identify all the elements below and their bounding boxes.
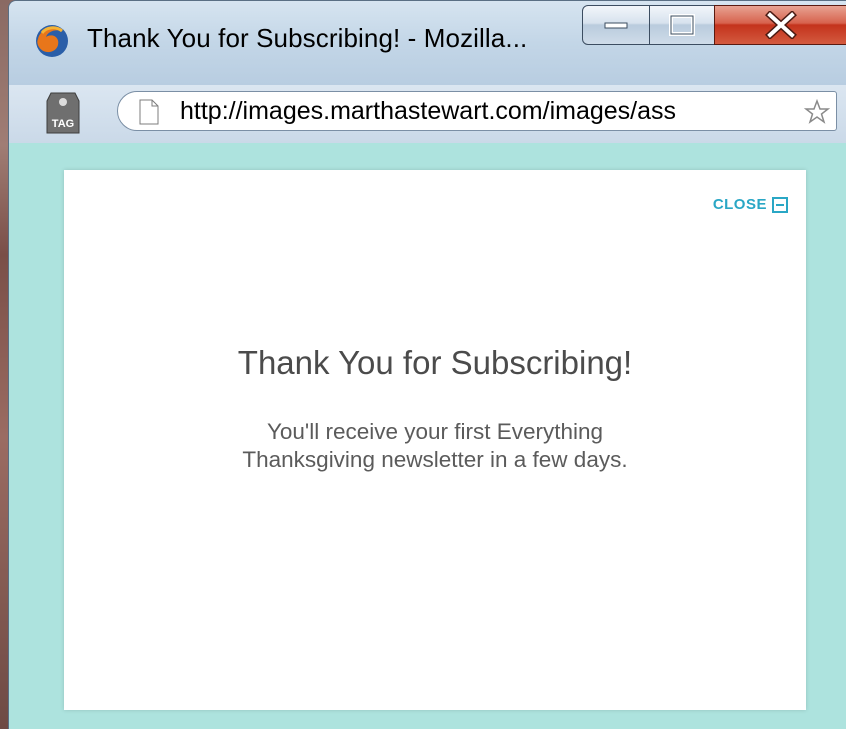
maximize-button[interactable]: [649, 5, 715, 45]
maximize-icon: [669, 14, 695, 36]
message-line-1: You'll receive your first Everything: [266, 419, 604, 444]
page-content: CLOSE Thank You for Subscribing! You'll …: [9, 143, 846, 729]
url-text[interactable]: http://images.marthastewart.com/images/a…: [180, 97, 790, 126]
browser-window: Thank You for Subscribing! - Mozilla... …: [8, 0, 846, 729]
title-bar[interactable]: Thank You for Subscribing! - Mozilla...: [9, 1, 846, 85]
navigation-bar: TAG http://images.marthastewart.com/imag…: [9, 85, 846, 144]
modal-title: Thank You for Subscribing!: [237, 344, 633, 381]
tag-label: TAG: [52, 118, 74, 130]
minimize-button[interactable]: [582, 5, 650, 45]
firefox-icon: [34, 23, 70, 59]
modal-message: You'll receive your first Everything Tha…: [64, 418, 806, 474]
star-icon[interactable]: [803, 98, 831, 130]
close-icon: [764, 11, 797, 39]
window-title: Thank You for Subscribing! - Mozilla...: [87, 23, 528, 53]
tag-icon[interactable]: TAG: [43, 91, 83, 135]
url-bar[interactable]: http://images.marthastewart.com/images/a…: [117, 91, 837, 131]
minimize-icon: [604, 22, 628, 29]
close-box-icon[interactable]: [772, 196, 788, 213]
message-line-2: Thanksgiving newsletter in a few days.: [242, 447, 628, 472]
page-icon: [138, 99, 160, 130]
subscription-modal: CLOSE Thank You for Subscribing! You'll …: [64, 170, 806, 710]
close-window-button[interactable]: [714, 5, 846, 45]
close-button[interactable]: CLOSE: [713, 196, 788, 213]
close-label[interactable]: CLOSE: [713, 196, 767, 213]
